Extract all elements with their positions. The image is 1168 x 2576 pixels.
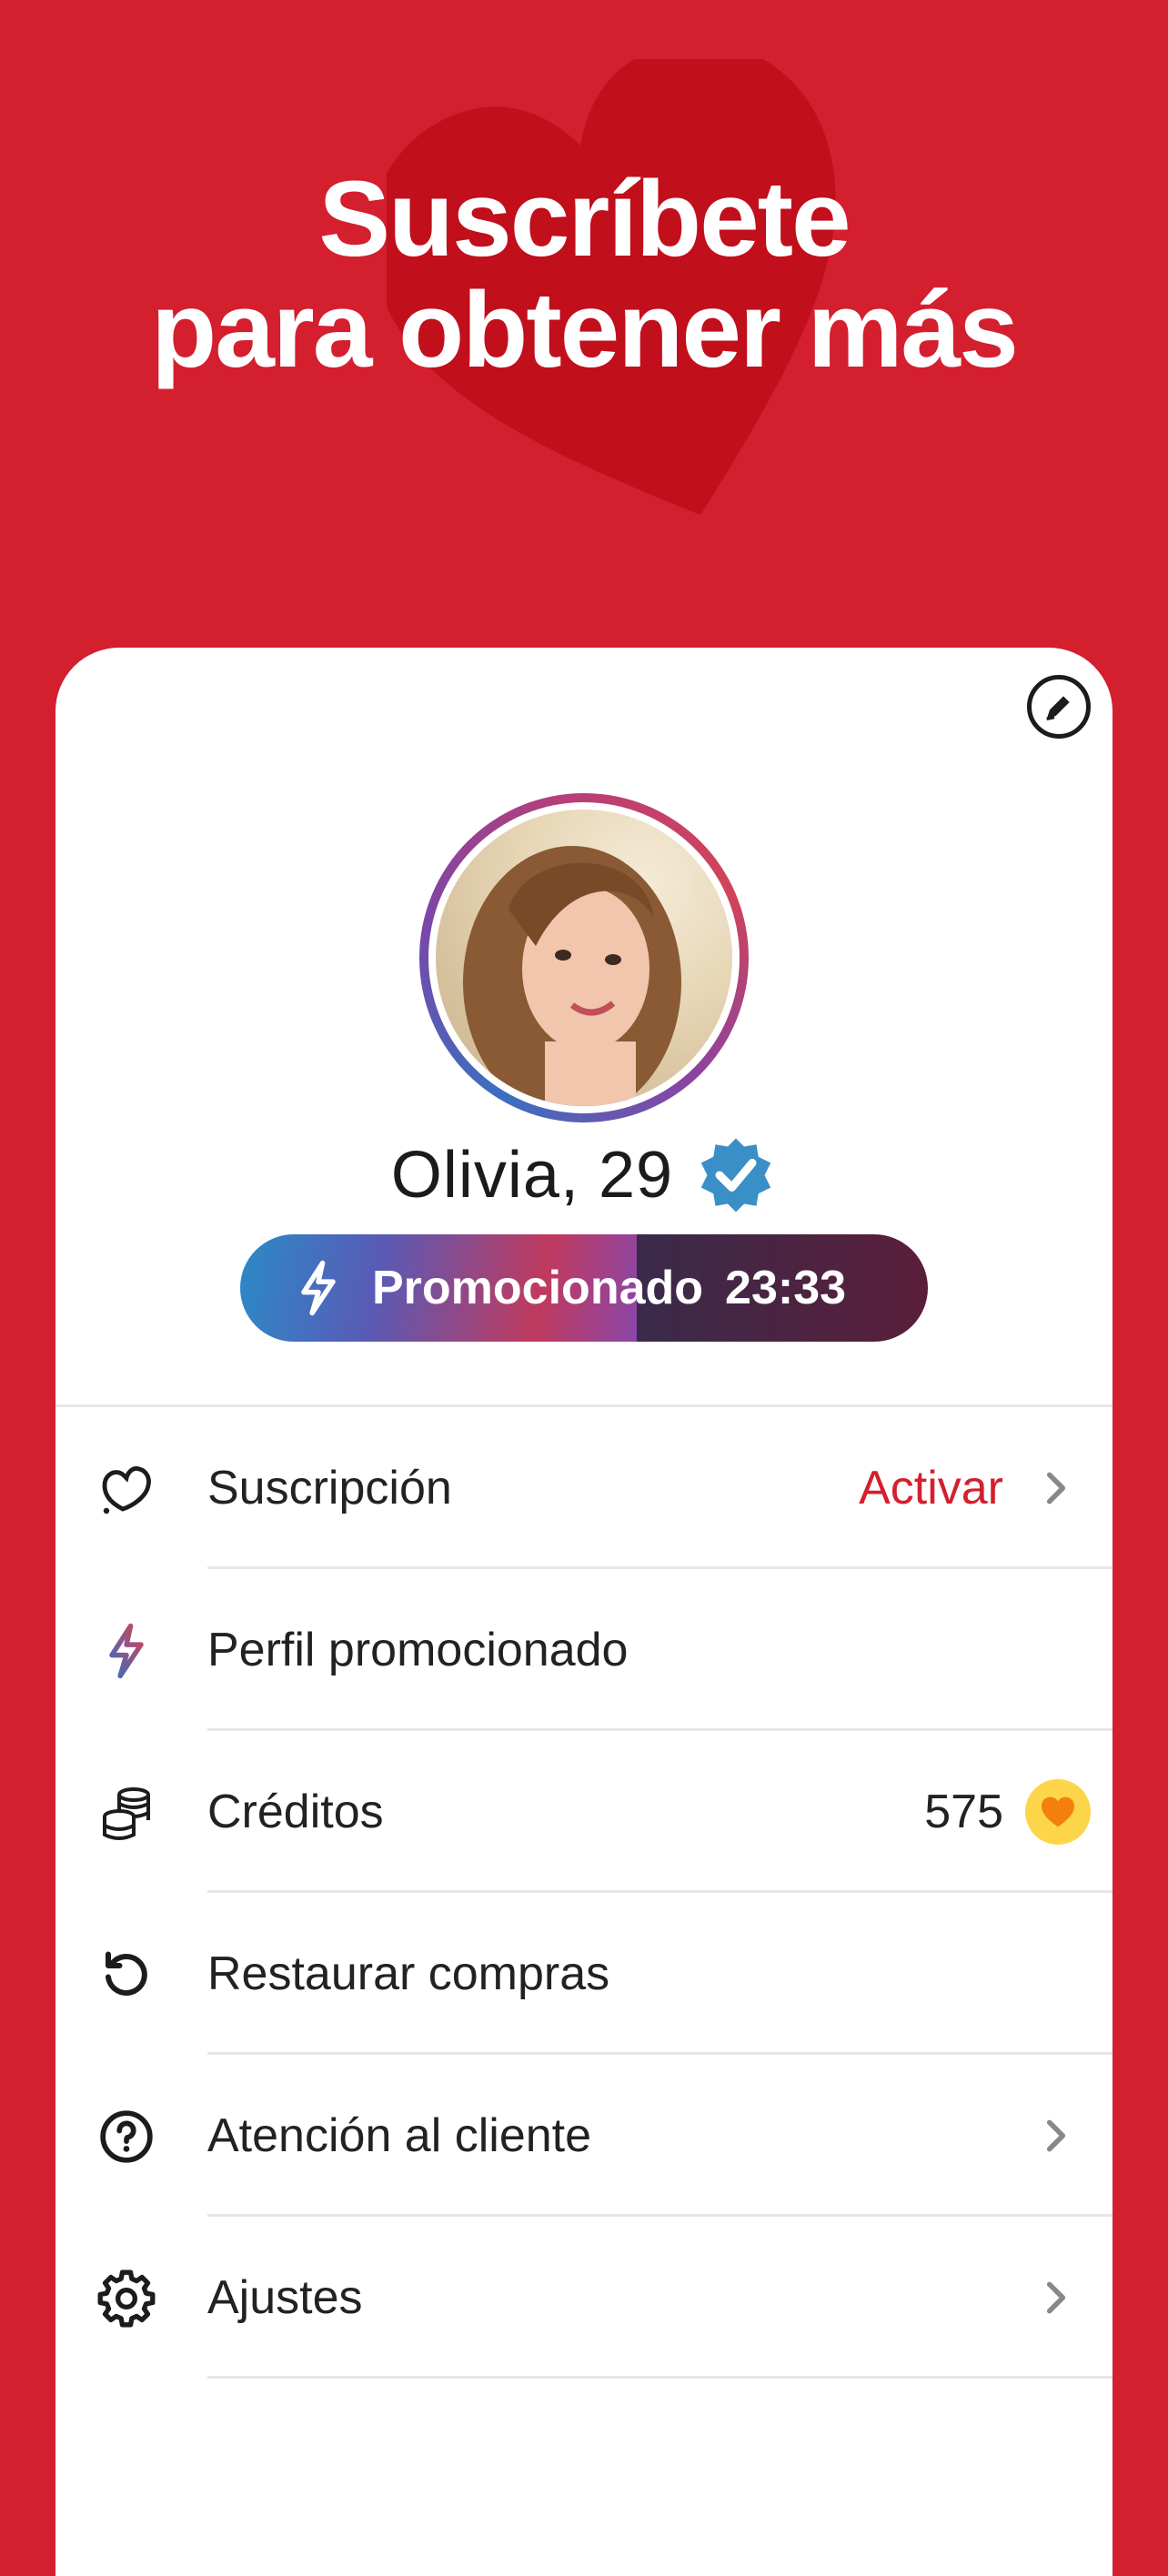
restore-icon bbox=[106, 1951, 147, 1996]
avatar-portrait-icon bbox=[463, 846, 681, 1106]
gear-icon bbox=[97, 2269, 156, 2328]
promo-timer: 23:33 bbox=[725, 1262, 847, 1314]
menu-label-settings: Ajustes bbox=[207, 2271, 363, 2324]
profile-name: Olivia, 29 bbox=[390, 1139, 674, 1212]
menu-item-promoted-profile[interactable]: Perfil promocionado bbox=[55, 1569, 1113, 1731]
credit-coin-icon bbox=[1025, 1779, 1091, 1845]
coins-stack-icon bbox=[103, 1787, 150, 1840]
headline-line-1: Suscríbete bbox=[318, 159, 851, 279]
menu-label-credits: Créditos bbox=[207, 1786, 384, 1838]
subscription-activate-link[interactable]: Activar bbox=[859, 1407, 1003, 1569]
lightning-icon bbox=[109, 1623, 144, 1679]
menu-label-restore-purchases: Restaurar compras bbox=[207, 1947, 610, 2000]
menu-item-subscription[interactable]: Suscripción Activar bbox=[55, 1407, 1113, 1569]
edit-profile-button[interactable] bbox=[1027, 675, 1091, 739]
heart-outline-icon bbox=[102, 1466, 151, 1514]
menu-item-restore-purchases[interactable]: Restaurar compras bbox=[55, 1893, 1113, 2055]
menu-item-credits[interactable]: Créditos 575 bbox=[55, 1731, 1113, 1893]
pencil-icon bbox=[1046, 696, 1070, 720]
chevron-right-icon bbox=[1046, 2119, 1066, 2152]
profile-card: Olivia, 29 Promocionado 23:33 Suscripción… bbox=[55, 648, 1113, 2576]
avatar-ring bbox=[419, 793, 749, 1122]
menu-item-customer-support[interactable]: Atención al cliente bbox=[55, 2055, 1113, 2217]
credits-count: 575 bbox=[924, 1786, 1003, 1838]
page-headline: Suscríbete para obtener más bbox=[0, 164, 1168, 386]
menu-label-subscription: Suscripción bbox=[207, 1462, 452, 1514]
lightning-icon bbox=[301, 1260, 336, 1316]
menu-label-promoted-profile: Perfil promocionado bbox=[207, 1624, 629, 1676]
headline-line-2: para obtener más bbox=[151, 270, 1019, 390]
chevron-right-icon bbox=[1046, 2281, 1066, 2314]
chevron-right-icon bbox=[1046, 1472, 1066, 1504]
promoted-status-pill[interactable]: Promocionado 23:33 bbox=[240, 1234, 928, 1342]
avatar[interactable] bbox=[436, 810, 732, 1106]
menu-item-settings[interactable]: Ajustes bbox=[55, 2217, 1113, 2379]
promo-label: Promocionado bbox=[372, 1262, 704, 1314]
profile-name-row: Olivia, 29 bbox=[55, 1130, 1113, 1221]
help-circle-icon bbox=[100, 2110, 153, 2163]
heart-icon bbox=[1042, 1796, 1074, 1827]
menu-label-customer-support: Atención al cliente bbox=[207, 2109, 592, 2162]
verified-badge-icon bbox=[700, 1138, 771, 1213]
menu-divider bbox=[207, 2376, 1113, 2379]
hero-banner: Suscríbete para obtener más bbox=[0, 0, 1168, 637]
